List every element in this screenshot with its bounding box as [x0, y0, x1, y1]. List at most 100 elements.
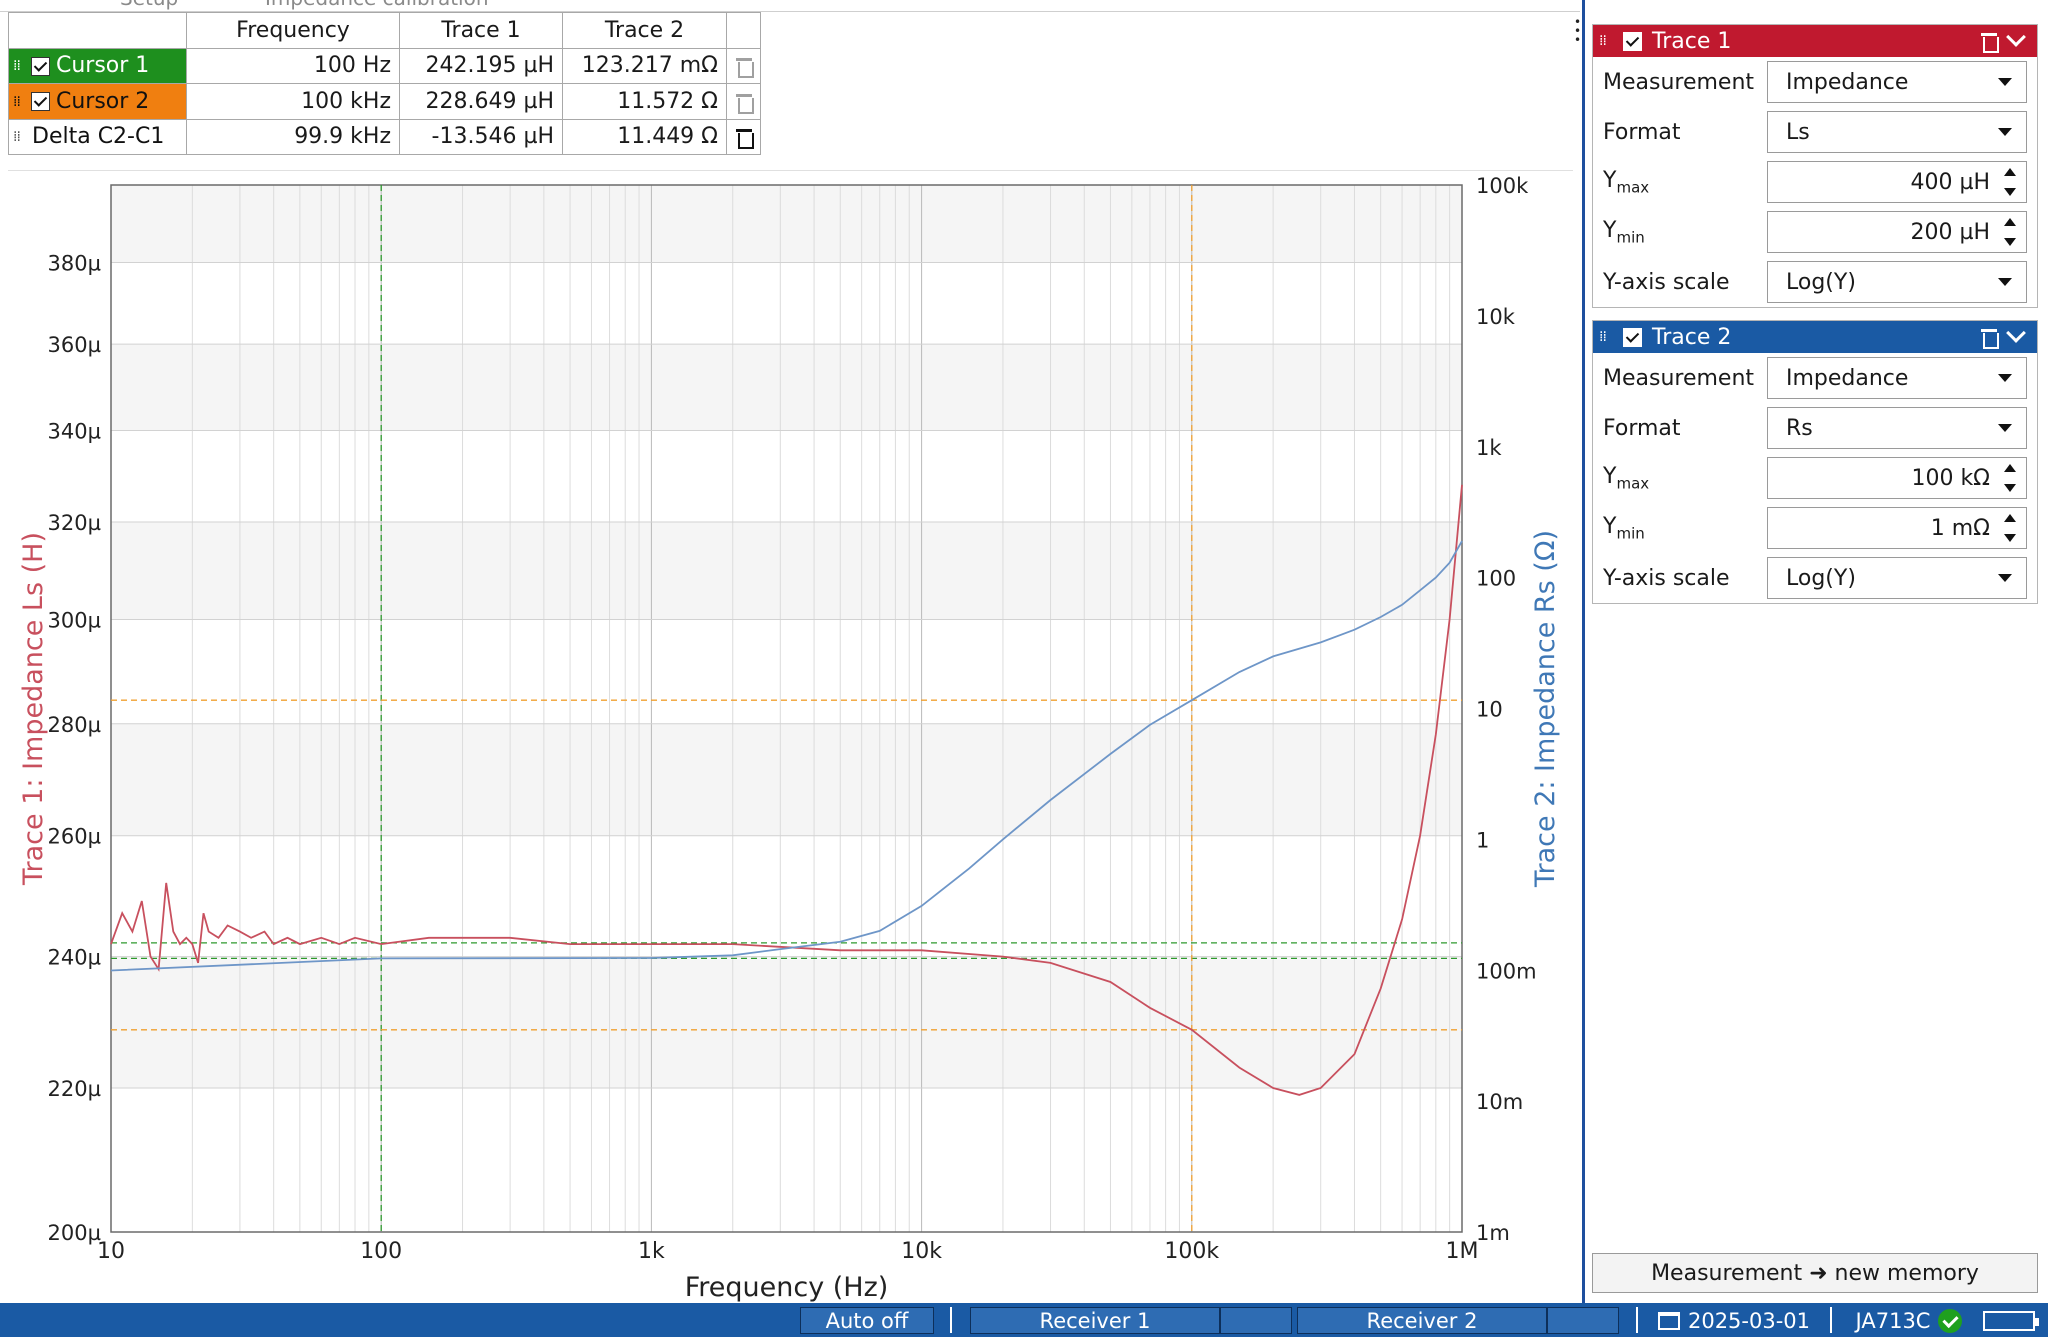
trace1-title: Trace 1 — [1652, 28, 1732, 54]
y-left-tick-label: 280µ — [48, 713, 101, 737]
spin-down-icon[interactable] — [2004, 534, 2016, 542]
trace1-measurement-dropdown[interactable]: Impedance — [1767, 61, 2027, 103]
spin-down-icon[interactable] — [2004, 238, 2016, 246]
plot-area[interactable]: 10 100 1k 10k 100k 1M 200µ 220µ 240µ 260µ 280µ 300µ… — [0, 165, 1580, 1305]
spin-up-icon[interactable] — [2004, 514, 2016, 522]
header-trace2: Trace 2 — [562, 12, 727, 49]
y-left-tick-label: 300µ — [48, 609, 101, 633]
trace1-header[interactable]: ⁞⁞ Trace 1 — [1593, 25, 2037, 57]
cursor-1-trace1: 242.195 µH — [399, 47, 563, 84]
y-right-tick-label: 10 — [1476, 698, 1503, 722]
drag-grip-icon[interactable]: ⁞⁞ — [13, 59, 25, 73]
panel-splitter[interactable] — [1582, 0, 1585, 1305]
drag-grip-icon[interactable]: ⁞⁞ — [13, 95, 25, 109]
trace1-ymax-row: Ymax 400 µH — [1593, 157, 2037, 207]
receiver2-indicator[interactable]: Receiver 2 — [1297, 1307, 1547, 1334]
y-left-tick-label: 240µ — [48, 946, 101, 970]
connected-check-icon — [1938, 1308, 1963, 1333]
status-bar: Auto off Receiver 1 Receiver 2 2025-03-0… — [0, 1303, 2048, 1337]
dropdown-value: Impedance — [1786, 69, 1909, 95]
measurement-label: Measurement — [1603, 69, 1755, 95]
y-right-tick-label: 10m — [1476, 1090, 1523, 1114]
cursor-1-frequency[interactable]: 100 Hz — [186, 47, 400, 84]
chevron-down-icon[interactable] — [2006, 323, 2026, 343]
cursor-2-name-cell[interactable]: ⁞⁞ Cursor 2 — [8, 83, 187, 120]
cursor-1-label: Cursor 1 — [56, 53, 150, 79]
trace2-ymax-spinner[interactable]: 100 kΩ — [1767, 457, 2027, 499]
trace2-title: Trace 2 — [1652, 324, 1732, 350]
cursor-1-checkbox[interactable] — [31, 56, 50, 76]
cursor-row-1[interactable]: ⁞⁞ Cursor 1 100 Hz 242.195 µH 123.217 mΩ — [8, 47, 761, 84]
spin-up-icon[interactable] — [2004, 218, 2016, 226]
trace2-checkbox[interactable] — [1623, 327, 1642, 347]
y-left-tick-label: 260µ — [48, 825, 101, 849]
cursor-2-trace2: 11.572 Ω — [562, 83, 727, 120]
y-left-tick-label: 340µ — [48, 419, 101, 443]
drag-grip-icon[interactable]: ⁞⁞ — [1599, 330, 1613, 344]
trash-icon[interactable] — [735, 127, 754, 150]
trace2-format-dropdown[interactable]: Rs — [1767, 407, 2027, 449]
delta-trace1: -13.546 µH — [399, 118, 563, 155]
splitter-grip-icon[interactable]: • • • — [1574, 16, 1581, 46]
y-left-tick-label: 200µ — [48, 1221, 101, 1245]
trace2-measurement-dropdown[interactable]: Impedance — [1767, 357, 2027, 399]
receiver1-indicator[interactable]: Receiver 1 — [970, 1307, 1220, 1334]
trace2-format-row: Format Rs — [1593, 403, 2037, 453]
ymin-label: Ymin — [1603, 514, 1767, 542]
trace1-panel: ⁞⁞ Trace 1 Measurement Impedance Format … — [1592, 24, 2038, 308]
dropdown-value: Impedance — [1786, 365, 1909, 391]
trace1-checkbox[interactable] — [1623, 31, 1642, 51]
trace2-yscale-row: Y-axis scale Log(Y) — [1593, 553, 2037, 603]
trash-icon[interactable] — [735, 56, 754, 79]
trace1-format-dropdown[interactable]: Ls — [1767, 111, 2027, 153]
calibration-date[interactable]: 2025-03-01 — [1654, 1307, 1814, 1334]
delta-name-cell: ⁞⁞ Delta C2-C1 — [8, 118, 187, 155]
cursor-row-2[interactable]: ⁞⁞ Cursor 2 100 kHz 228.649 µH 11.572 Ω — [8, 83, 761, 120]
chart-svg[interactable]: 10 100 1k 10k 100k 1M 200µ 220µ 240µ 260µ 280µ 300µ… — [0, 165, 1580, 1305]
x-tick-label: 10 — [97, 1239, 125, 1264]
tab-setup[interactable]: Setup — [120, 0, 178, 10]
trace2-yscale-dropdown[interactable]: Log(Y) — [1767, 557, 2027, 599]
cursor-1-name-cell[interactable]: ⁞⁞ Cursor 1 — [8, 47, 187, 84]
ymin-label-y: Y — [1603, 217, 1617, 243]
dropdown-value: Ls — [1786, 119, 1810, 145]
trace1-ymin-spinner[interactable]: 200 µH — [1767, 211, 2027, 253]
device-status[interactable]: JA713C — [1846, 1307, 1972, 1334]
status-separator — [950, 1307, 952, 1333]
y-left-tick-label: 380µ — [48, 251, 101, 275]
spin-down-icon[interactable] — [2004, 484, 2016, 492]
cursor-2-delete-cell[interactable] — [726, 83, 761, 120]
trash-icon[interactable] — [1981, 31, 1999, 53]
trace2-ymin-spinner[interactable]: 1 mΩ — [1767, 507, 2027, 549]
trash-icon[interactable] — [1981, 327, 1999, 349]
cursor-table: Frequency Trace 1 Trace 2 ⁞⁞ Cursor 1 100… — [8, 12, 761, 155]
ymax-label: Ymax — [1603, 464, 1767, 492]
trace2-panel: ⁞⁞ Trace 2 Measurement Impedance Format … — [1592, 320, 2038, 604]
trace2-header[interactable]: ⁞⁞ Trace 2 — [1593, 321, 2037, 353]
measurement-new-memory-button[interactable]: Measurement ➜ new memory — [1592, 1253, 2038, 1293]
cursor-2-trace1: 228.649 µH — [399, 83, 563, 120]
trash-icon[interactable] — [735, 92, 754, 114]
trace1-yscale-dropdown[interactable]: Log(Y) — [1767, 261, 2027, 303]
spin-up-icon[interactable] — [2004, 168, 2016, 176]
cursor-2-frequency[interactable]: 100 kHz — [186, 83, 400, 120]
drag-grip-icon[interactable]: ⁞⁞ — [13, 130, 25, 144]
spin-up-icon[interactable] — [2004, 464, 2016, 472]
chevron-down-icon[interactable] — [2006, 27, 2026, 47]
y-left-tick-label: 220µ — [48, 1077, 101, 1101]
drag-grip-icon[interactable]: ⁞⁞ — [1599, 34, 1613, 48]
plot-band — [111, 956, 1462, 1089]
delta-delete-cell[interactable] — [726, 118, 761, 155]
tab-impedance-calibration[interactable]: Impedance calibration — [265, 0, 489, 10]
trace1-ymax-spinner[interactable]: 400 µH — [1767, 161, 2027, 203]
cursor-1-delete-cell[interactable] — [726, 47, 761, 84]
spinner-value: 200 µH — [1910, 220, 1990, 245]
auto-off-button[interactable]: Auto off — [800, 1307, 934, 1334]
status-separator — [1830, 1307, 1832, 1333]
spin-down-icon[interactable] — [2004, 188, 2016, 196]
y-right-tick-label: 100k — [1476, 174, 1529, 198]
dropdown-arrow-icon — [1998, 574, 2012, 582]
cursor-2-checkbox[interactable] — [31, 92, 50, 112]
cursor-table-header: Frequency Trace 1 Trace 2 — [8, 12, 761, 49]
trace1-ymin-row: Ymin 200 µH — [1593, 207, 2037, 257]
